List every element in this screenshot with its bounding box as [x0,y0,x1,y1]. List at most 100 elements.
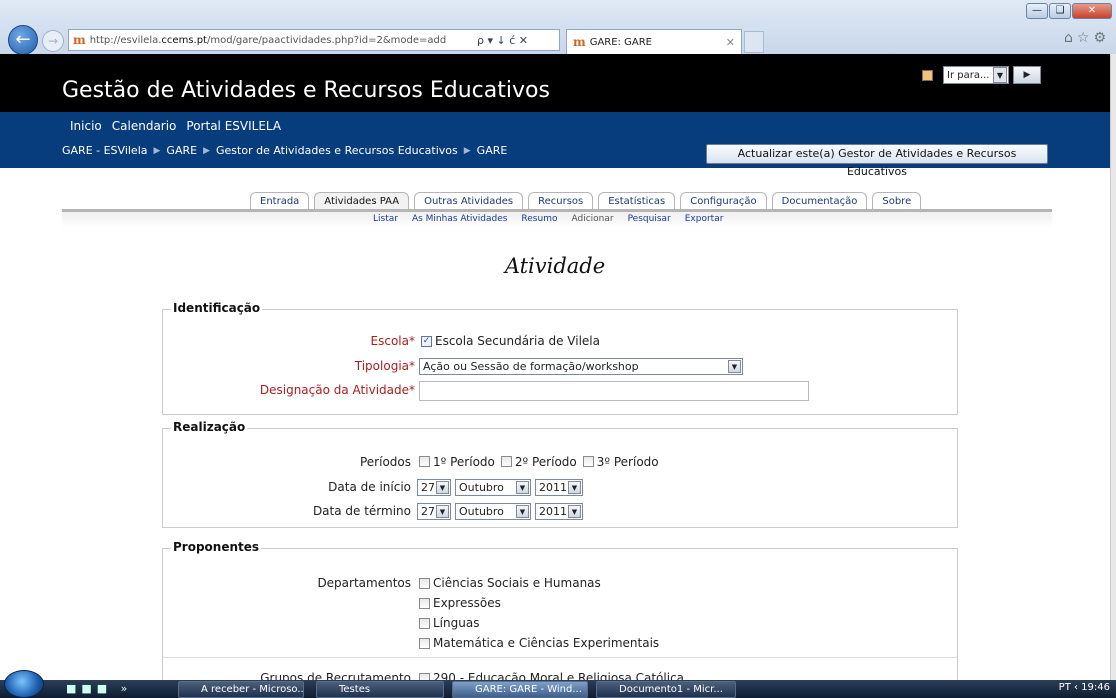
tipologia-label: Tipologia* [354,359,415,373]
escola-option[interactable]: ✓ Escola Secundária de Vilela [421,334,600,348]
departamento-option[interactable]: Línguas [419,616,479,630]
start-button-icon[interactable] [4,670,44,698]
periodos-options: 1º Período 2º Período 3º Período [419,455,659,469]
inicio-month-select[interactable]: Outubro ▼ [455,479,531,496]
legend-identificacao: Identificação [171,301,263,315]
system-tray[interactable]: PT ‹ 19:46 [1059,682,1110,693]
sub-tabs: Listar As Minhas Atividades Resumo Adici… [373,214,723,224]
tab-close-icon[interactable]: ✕ [726,36,735,49]
designacao-input[interactable] [419,381,809,401]
update-module-button[interactable]: Actualizar este(a) Gestor de Atividades … [706,144,1048,178]
inicio-date: 27 ▼ Outubro ▼ 2011 ▼ [417,479,583,496]
subtab-listar[interactable]: Listar [373,214,398,224]
nav-link-portal[interactable]: Portal ESVILELA [186,119,281,133]
tab-entrada[interactable]: Entrada [250,192,310,210]
address-bar[interactable]: m http://esvilela.ccems.pt/mod/gare/paac… [68,29,560,51]
breadcrumb-separator-icon: ▶ [203,145,210,156]
inicio-year-select[interactable]: 2011 ▼ [535,479,583,496]
termino-year-select[interactable]: 2011 ▼ [535,503,583,520]
home-star-gear-icons[interactable]: ⌂☆⚙ [1064,30,1110,46]
quick-launch-icons[interactable]: ■■■ » [66,682,132,695]
tipologia-select[interactable]: Ação ou Sessão de formação/workshop ▼ [419,358,743,375]
minimize-icon[interactable]: — [1026,3,1048,19]
subtab-pesquisar[interactable]: Pesquisar [628,214,671,224]
taskbar-item-testes[interactable]: Testes [316,681,444,698]
maximize-icon[interactable]: ❑ [1049,3,1071,19]
escola-value: Escola Secundária de Vilela [435,334,600,348]
breadcrumb-separator-icon: ▶ [463,145,471,156]
tab-configuracao[interactable]: Configuração [680,192,767,210]
periodo-1-option[interactable]: 1º Período [419,455,495,469]
checkbox-icon[interactable] [419,456,430,467]
tab-outras-atividades[interactable]: Outras Atividades [414,192,524,210]
checkbox-icon[interactable] [419,577,430,589]
termino-date: 27 ▼ Outubro ▼ 2011 ▼ [417,503,583,520]
subtab-exportar[interactable]: Exportar [685,214,724,224]
termino-month-select[interactable]: Outubro ▼ [455,503,531,520]
browser-tab[interactable]: m GARE: GARE ✕ [566,29,742,54]
window-controls: — ❑ ✕ [1026,3,1112,19]
periodo-2-option[interactable]: 2º Período [500,455,577,469]
legend-realizacao: Realização [171,420,248,434]
chevron-down-icon: ▼ [728,360,741,373]
termino-day-select[interactable]: 27 ▼ [417,503,451,520]
breadcrumb-item[interactable]: GARE - ESVilela [62,144,148,157]
departamento-option[interactable]: Ciências Sociais e Humanas [419,576,601,590]
new-tab-button[interactable] [744,31,764,53]
breadcrumb: GARE - ESVilela ▶ GARE ▶ Gestor de Ativi… [62,144,507,157]
forward-arrow-icon[interactable]: → [42,30,64,52]
taskbar: ■■■ » A receber - Microso... Testes GARE… [0,670,1116,698]
tab-favicon-icon: m [573,35,586,49]
tab-estatisticas[interactable]: Estatísticas [598,192,676,210]
page-scrollbar[interactable] [1110,54,1116,680]
custom-menu: Inicio Calendario Portal ESVILELA [70,119,281,133]
chevron-down-icon: ▼ [568,481,581,494]
tab-documentacao[interactable]: Documentação [771,192,868,210]
docked-block-icon[interactable] [922,69,933,81]
checkbox-icon[interactable] [500,456,512,467]
departamento-option[interactable]: Matemática e Ciências Experimentais [419,636,659,650]
periodos-label: Períodos [359,455,411,469]
site-header: Gestão de Atividades e Recursos Educativ… [0,54,1110,112]
chevron-down-icon: ▼ [993,67,1007,83]
tab-title: GARE: GARE [589,36,652,48]
address-url[interactable]: http://esvilela.ccems.pt/mod/gare/paacti… [90,35,477,46]
subtab-minhas-atividades[interactable]: As Minhas Atividades [412,214,507,224]
inicio-day-select[interactable]: 27 ▼ [417,479,451,496]
checkbox-icon[interactable] [582,456,594,467]
subtab-resumo[interactable]: Resumo [521,214,557,224]
breadcrumb-item[interactable]: GARE [166,144,197,157]
jump-go-button[interactable]: ▶ [1013,66,1041,84]
taskbar-item-outlook[interactable]: A receber - Microso... [178,681,304,698]
nav-link-calendario[interactable]: Calendario [112,119,177,133]
legend-proponentes: Proponentes [171,540,262,554]
checkbox-checked-icon[interactable]: ✓ [421,335,432,347]
breadcrumb-item: GARE [476,144,508,157]
taskbar-item-browser[interactable]: GARE: GARE - Wind... [452,681,588,698]
departamento-option[interactable]: Expressões [419,596,501,610]
periodo-3-option[interactable]: 3º Período [582,455,659,469]
page-title: Atividade [504,254,606,278]
tab-atividades-paa[interactable]: Atividades PAA [314,192,410,210]
chevron-down-icon: ▼ [436,505,449,518]
nav-link-inicio[interactable]: Inicio [70,119,102,133]
close-window-icon[interactable]: ✕ [1072,3,1112,19]
checkbox-icon[interactable] [419,637,430,649]
back-arrow-icon[interactable]: ← [8,25,38,55]
site-favicon-icon: m [73,33,86,47]
breadcrumb-item[interactable]: Gestor de Atividades e Recursos Educativ… [216,144,458,157]
tab-sobre[interactable]: Sobre [872,192,922,210]
jump-select[interactable]: Ir para... ▼ [943,66,1009,84]
tab-recursos[interactable]: Recursos [528,192,594,210]
departamentos-label: Departamentos [317,576,411,590]
checkbox-icon[interactable] [419,597,430,609]
chevron-down-icon: ▼ [516,481,529,494]
chevron-down-icon: ▼ [568,505,581,518]
checkbox-icon[interactable] [419,617,430,629]
address-tools-icon[interactable]: ρ ▾ ↓ ć ✕ [477,34,559,47]
fieldset-identificacao: Identificação Escola* ✓ Escola Secundári… [162,301,958,415]
site-title: Gestão de Atividades e Recursos Educativ… [62,78,550,103]
taskbar-item-word[interactable]: Documento1 - Micr... [596,681,736,698]
termino-label: Data de término [312,504,411,518]
section-divider [163,657,957,658]
